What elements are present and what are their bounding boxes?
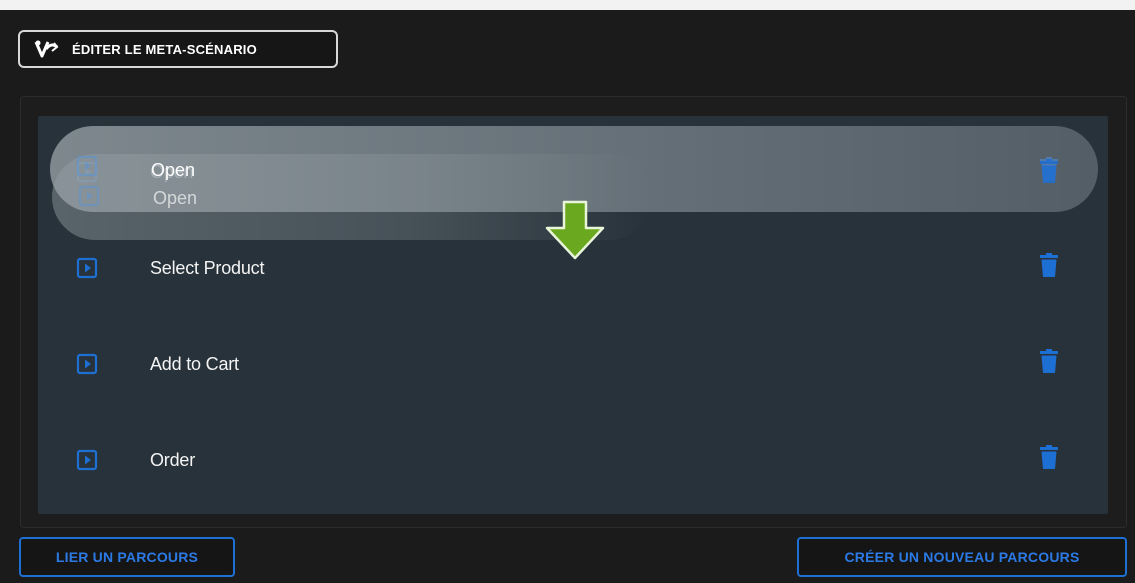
- create-new-path-button[interactable]: CRÉER UN NOUVEAU PARCOURS: [797, 537, 1127, 577]
- list-item-order[interactable]: Order: [38, 436, 1108, 484]
- down-arrow-icon: [545, 200, 605, 260]
- play-square-icon[interactable]: [76, 449, 98, 471]
- trash-icon[interactable]: [1040, 253, 1058, 277]
- step-label: Add to Cart: [150, 354, 239, 374]
- step-label: Order: [150, 450, 196, 470]
- link-path-button[interactable]: LIER UN PARCOURS: [19, 537, 235, 577]
- step-label: Select Product: [150, 258, 265, 278]
- branch-v-icon: [34, 40, 60, 58]
- edit-meta-scenario-label: ÉDITER LE META-SCÉNARIO: [72, 41, 257, 57]
- trash-icon: [1040, 159, 1058, 183]
- drag-ghost-label-trail: Open: [153, 188, 198, 208]
- play-square-icon[interactable]: [76, 353, 98, 375]
- trash-icon[interactable]: [1040, 349, 1058, 373]
- drag-ghost-label: Open: [151, 160, 196, 180]
- play-square-icon: [78, 185, 100, 207]
- play-square-icon: [76, 155, 98, 177]
- trash-icon[interactable]: [1040, 445, 1058, 469]
- top-strip: [0, 0, 1135, 10]
- edit-meta-scenario-button[interactable]: ÉDITER LE META-SCÉNARIO: [18, 30, 338, 68]
- list-item-add-to-cart[interactable]: Add to Cart: [38, 340, 1108, 388]
- play-square-icon[interactable]: [76, 257, 98, 279]
